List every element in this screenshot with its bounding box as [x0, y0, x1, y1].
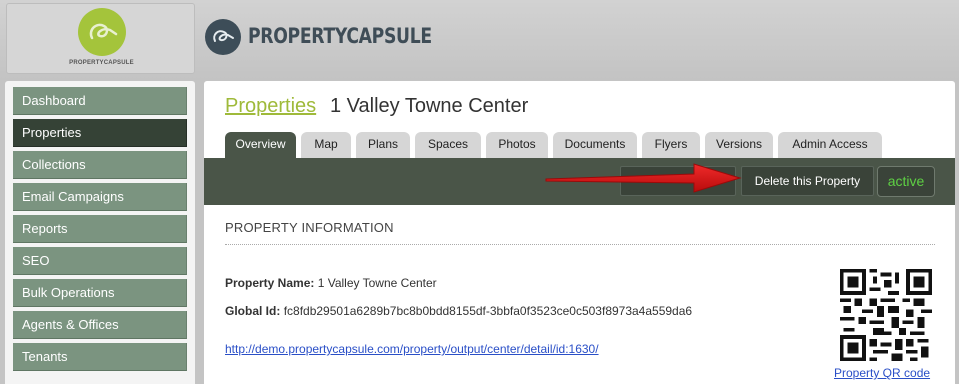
section-divider: [225, 244, 935, 245]
logo-text: PROPERTYCAPSULE: [69, 60, 134, 66]
tab-versions[interactable]: Versions: [705, 132, 773, 158]
status-active-badge[interactable]: active: [877, 166, 935, 197]
logo-mark-icon: [78, 8, 126, 56]
tab-admin-access[interactable]: Admin Access: [778, 132, 882, 158]
tab-plans[interactable]: Plans: [356, 132, 410, 158]
sidebar-item-tenants[interactable]: Tenants: [13, 343, 187, 371]
red-arrow-annotation: [545, 163, 742, 193]
property-output-url-link[interactable]: http://demo.propertycapsule.com/property…: [225, 342, 599, 356]
tab-photos[interactable]: Photos: [486, 132, 548, 158]
sidebar-item-properties[interactable]: Properties: [13, 119, 187, 147]
sidebar-item-reports[interactable]: Reports: [13, 215, 187, 243]
property-qr-code-link[interactable]: Property QR code: [834, 366, 930, 380]
main-panel: Properties 1 Valley Towne Center Overvie…: [204, 81, 955, 384]
page-title: 1 Valley Towne Center: [330, 95, 529, 117]
sidebar-item-seo[interactable]: SEO: [13, 247, 187, 275]
sidebar-nav: Dashboard Properties Collections Email C…: [5, 81, 195, 384]
tab-flyers[interactable]: Flyers: [642, 132, 700, 158]
tab-overview[interactable]: Overview: [225, 132, 296, 158]
tab-spaces[interactable]: Spaces: [415, 132, 481, 158]
global-id-field: Global Id: fc8fdb29501a6289b7bc8b0bdd815…: [225, 304, 692, 318]
sidebar-item-agents-offices[interactable]: Agents & Offices: [13, 311, 187, 339]
global-id-value: fc8fdb29501a6289b7bc8b0bdd8155df-3bbfa0f…: [283, 304, 693, 318]
delete-property-button[interactable]: Delete this Property: [741, 166, 874, 196]
breadcrumb-properties-link[interactable]: Properties: [225, 95, 316, 118]
section-title-property-information: PROPERTY INFORMATION: [225, 220, 394, 235]
property-name-value: 1 Valley Towne Center: [317, 276, 437, 290]
global-id-label: Global Id:: [225, 304, 281, 318]
sidebar-item-email-campaigns[interactable]: Email Campaigns: [13, 183, 187, 211]
sidebar-item-collections[interactable]: Collections: [13, 151, 187, 179]
logo-panel[interactable]: PROPERTYCAPSULE: [6, 3, 195, 74]
property-name-label: Property Name:: [225, 276, 315, 290]
brand-name: PROPERTYCAPSULE: [248, 24, 432, 48]
tab-documents[interactable]: Documents: [553, 132, 637, 158]
property-name-field: Property Name: 1 Valley Towne Center: [225, 276, 437, 290]
sidebar-item-dashboard[interactable]: Dashboard: [13, 87, 187, 115]
brand-logo-icon: [205, 19, 241, 55]
qr-code-image[interactable]: [840, 269, 932, 361]
sidebar-item-bulk-operations[interactable]: Bulk Operations: [13, 279, 187, 307]
tab-map[interactable]: Map: [301, 132, 351, 158]
